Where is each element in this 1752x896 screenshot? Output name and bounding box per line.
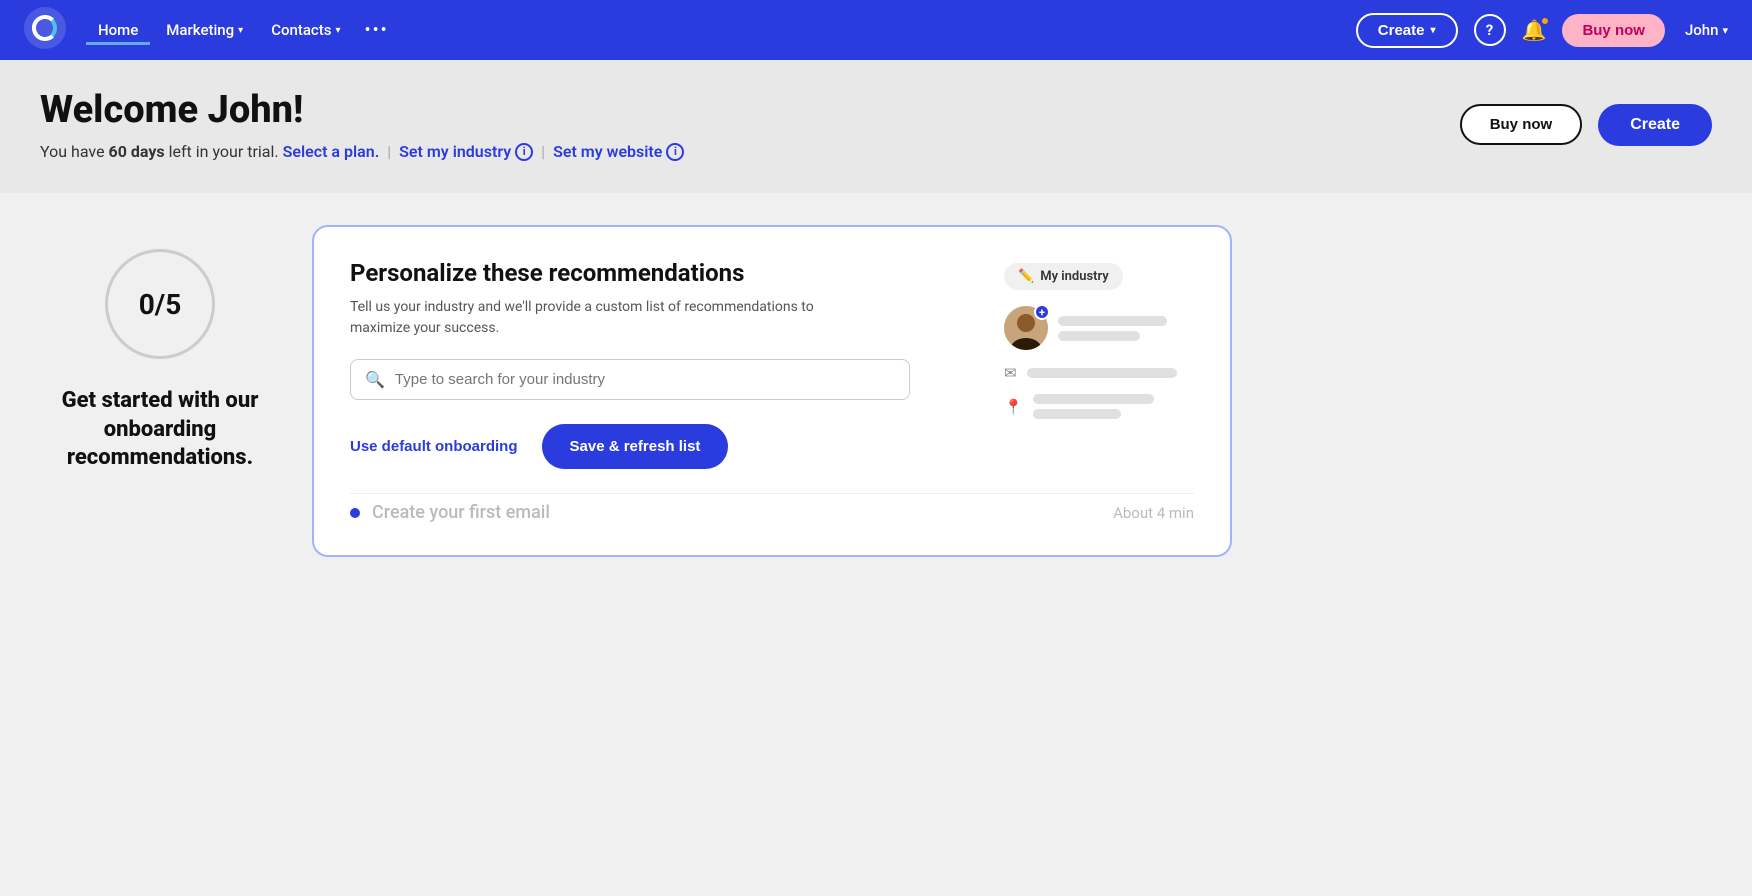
avatar-plus-badge: +: [1034, 304, 1050, 320]
chevron-down-icon: ▾: [335, 25, 340, 36]
chevron-down-icon: ▾: [238, 25, 243, 36]
subtitle-mid: left in your trial.: [169, 142, 279, 161]
email-row: ✉: [1004, 364, 1194, 382]
industry-search-input[interactable]: [395, 371, 895, 388]
skeleton-line-1: [1058, 316, 1167, 326]
subtitle-intro: You have: [40, 142, 105, 161]
trial-days: 60 days: [109, 142, 165, 161]
nav-create-button[interactable]: Create ▾: [1356, 13, 1458, 48]
header-subtitle: You have 60 days left in your trial. Sel…: [40, 142, 684, 161]
skeleton-line-2: [1058, 331, 1140, 341]
nav-link-marketing[interactable]: Marketing ▾: [154, 15, 255, 45]
set-website-link[interactable]: Set my website: [553, 142, 662, 161]
use-default-onboarding-button[interactable]: Use default onboarding: [350, 438, 518, 455]
card-title: Personalize these recommendations: [350, 259, 972, 287]
chevron-down-icon: ▾: [1722, 24, 1728, 37]
separator-1: |: [387, 142, 391, 161]
separator-2: |: [541, 142, 545, 161]
teaser-left: Create your first email: [350, 502, 550, 523]
select-plan-link[interactable]: Select a plan.: [283, 142, 380, 161]
my-industry-tag[interactable]: ✏️ My industry: [1004, 263, 1123, 290]
chevron-down-icon: ▾: [1431, 25, 1436, 36]
page-title: Welcome John!: [40, 88, 684, 132]
industry-search-box: 🔍: [350, 359, 910, 400]
set-industry-link[interactable]: Set my industry: [399, 142, 511, 161]
teaser-time: About 4 min: [1113, 504, 1194, 522]
profile-row: +: [1004, 306, 1194, 350]
nav-link-home[interactable]: Home: [86, 15, 150, 45]
header-band: Welcome John! You have 60 days left in y…: [0, 60, 1752, 193]
skeleton-line-3: [1027, 368, 1178, 378]
navbar: Home Marketing ▾ Contacts ▾ ••• Create ▾…: [0, 0, 1752, 60]
header-left: Welcome John! You have 60 days left in y…: [40, 88, 684, 161]
search-icon: 🔍: [365, 370, 385, 389]
skeleton-lines-email: [1027, 368, 1194, 378]
envelope-icon: ✉: [1004, 364, 1017, 382]
location-row: 📍: [1004, 394, 1194, 419]
progress-circle: 0/5: [105, 249, 215, 359]
get-started-text: Get started with our onboarding recommen…: [40, 387, 280, 473]
card-preview: ✏️ My industry +: [1004, 259, 1194, 469]
nav-link-contacts[interactable]: Contacts ▾: [259, 15, 352, 45]
teaser-text: Create your first email: [372, 502, 550, 523]
notifications-button[interactable]: 🔔: [1522, 18, 1547, 42]
pencil-icon: ✏️: [1018, 269, 1034, 284]
info-icon-industry[interactable]: i: [515, 143, 533, 161]
onboarding-card: Personalize these recommendations Tell u…: [312, 225, 1232, 557]
left-panel: 0/5 Get started with our onboarding reco…: [40, 225, 280, 473]
save-refresh-button[interactable]: Save & refresh list: [542, 424, 729, 469]
info-icon-website[interactable]: i: [666, 143, 684, 161]
skeleton-lines-location: [1033, 394, 1194, 419]
help-button[interactable]: ?: [1474, 14, 1506, 46]
location-icon: 📍: [1004, 398, 1023, 416]
bottom-teaser: Create your first email About 4 min: [350, 493, 1194, 523]
header-right: Buy now Create: [1460, 104, 1712, 146]
nav-buy-now-button[interactable]: Buy now: [1562, 14, 1665, 47]
avatar-wrap: +: [1004, 306, 1048, 350]
header-create-button[interactable]: Create: [1598, 104, 1712, 146]
card-description: Tell us your industry and we'll provide …: [350, 297, 830, 339]
user-menu-button[interactable]: John ▾: [1685, 21, 1728, 39]
card-content: Personalize these recommendations Tell u…: [350, 259, 972, 469]
header-buy-now-button[interactable]: Buy now: [1460, 104, 1583, 145]
main-content: 0/5 Get started with our onboarding reco…: [0, 193, 1752, 589]
more-menu-button[interactable]: •••: [357, 20, 397, 41]
skeleton-lines: [1058, 316, 1194, 341]
skeleton-line-5: [1033, 409, 1122, 419]
card-actions: Use default onboarding Save & refresh li…: [350, 424, 972, 469]
notification-dot: [1540, 16, 1550, 26]
blue-dot: [350, 508, 360, 518]
logo[interactable]: [24, 7, 66, 53]
skeleton-line-4: [1033, 394, 1154, 404]
